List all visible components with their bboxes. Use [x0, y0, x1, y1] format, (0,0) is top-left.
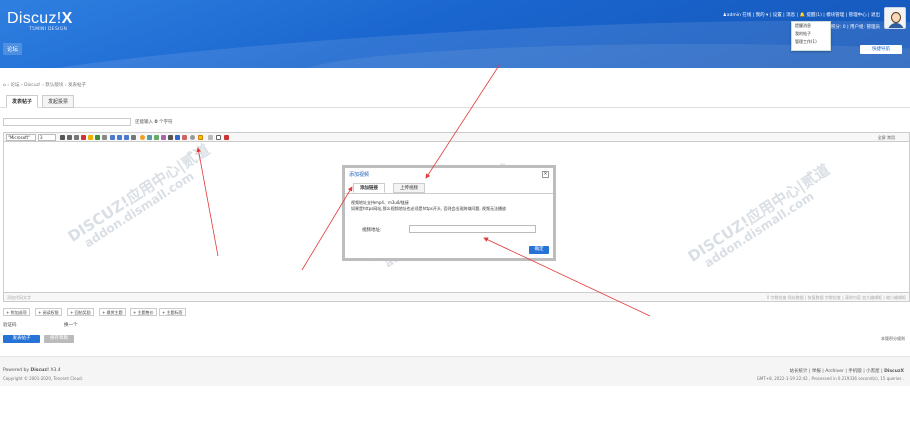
option-extra[interactable]: + 附加选项: [3, 308, 30, 316]
add-video-dialog: 添加视频 × 添加链接 上传视频 视频地址支持mp4、m3u8/链接 如果是ht…: [342, 165, 556, 261]
subject-input[interactable]: [3, 118, 131, 126]
video-url-label: 视频地址:: [362, 228, 382, 233]
dialog-title: 添加视频: [349, 172, 370, 178]
code-icon[interactable]: [168, 135, 173, 140]
option-reply-reward[interactable]: + 回帖奖励: [67, 308, 94, 316]
background-color-icon[interactable]: [88, 135, 93, 140]
editor-status-bar: 添加代码文字 0 字数检查 保存数据 | 恢复数据 字数检查 | 清除内容 加大…: [3, 292, 910, 302]
dialog-info: 视频地址支持mp4、m3u8/链接 如果是https网站,那么视频地址也必须是h…: [351, 200, 547, 212]
powered-by: Powered by Discuz! X3.4: [3, 368, 61, 373]
video-icon[interactable]: [198, 135, 203, 140]
user-bar[interactable]: ♟admin 在线 | 我的 ▾ | 设置 | 消息 | 🔔 提醒(1) | 模…: [723, 12, 880, 18]
notice-item[interactable]: 提醒消息: [792, 22, 830, 30]
italic-icon[interactable]: [67, 135, 72, 140]
site-logo[interactable]: Discuz!X: [7, 10, 73, 28]
more-icon[interactable]: [208, 135, 213, 140]
toolbar-right-options[interactable]: 全屏 常用: [878, 135, 895, 141]
quote-icon[interactable]: [161, 135, 166, 140]
credit-rules-link[interactable]: 本版积分规则: [881, 336, 905, 342]
submit-post-button[interactable]: 发表帖子: [3, 335, 40, 343]
underline-icon[interactable]: [74, 135, 79, 140]
site-footer: Powered by Discuz! X3.4 Copyright © 2001…: [0, 356, 910, 386]
subject-char-hint: 还能输入 0 个字符: [135, 120, 173, 125]
breadcrumb[interactable]: ⌂ › 论坛 › Discuz! › 默认版块 › 发表帖子: [3, 82, 86, 88]
align-right-icon[interactable]: [124, 135, 129, 140]
captcha-label: 验证码: [3, 323, 17, 328]
info-line: 如果是https网站,那么视频地址也必须是https开头, 否则会出现跨域问题,…: [351, 206, 506, 211]
quick-nav-button[interactable]: 快捷导航: [860, 45, 902, 54]
bold-icon[interactable]: [60, 135, 65, 140]
paste-icon[interactable]: [224, 135, 229, 140]
tab-post[interactable]: 发表帖子: [6, 95, 39, 108]
nav-forum[interactable]: 论坛: [3, 43, 23, 55]
source-icon[interactable]: [216, 135, 221, 140]
unlink-icon[interactable]: [102, 135, 107, 140]
tab-divider: [0, 107, 910, 108]
user-stats: 积分: 0 | 用户组: 管理员: [830, 25, 880, 30]
flash-icon[interactable]: [182, 135, 187, 140]
confirm-button[interactable]: 确定: [529, 246, 549, 254]
font-family-select[interactable]: "Microsoft": [6, 134, 36, 141]
avatar-face: [891, 12, 901, 23]
font-color-icon[interactable]: [81, 135, 86, 140]
tab-vote[interactable]: 发起投票: [42, 95, 75, 108]
option-thread-tags[interactable]: + 主题标签: [159, 308, 186, 316]
editor-toolbar: "Microsoft" 3 全屏 常用: [3, 132, 910, 142]
tab-add-link[interactable]: 添加链接: [353, 183, 385, 193]
audio-icon[interactable]: [190, 135, 195, 140]
avatar-body: [888, 23, 904, 28]
status-left: 添加代码文字: [7, 295, 31, 300]
close-icon[interactable]: ×: [542, 171, 549, 178]
processing-info: GMT+8, 2022-1-19 22:42 , Processed in 0.…: [756, 376, 904, 381]
option-read-permission[interactable]: + 阅读权限: [35, 308, 62, 316]
captcha-refresh[interactable]: 换一个: [64, 322, 78, 328]
align-left-icon[interactable]: [110, 135, 115, 140]
font-size-select[interactable]: 3: [38, 134, 56, 141]
site-header: Discuz!X T5MINI DESIGN 论坛 ♟admin 在线 | 我的…: [0, 0, 910, 68]
list-icon[interactable]: [131, 135, 136, 140]
footer-links[interactable]: 站长统计 | 举报 | Archiver | 手机版 | 小黑屋 | Discu…: [789, 368, 904, 374]
emoji-icon[interactable]: [140, 135, 145, 140]
notice-item[interactable]: 管理工作(1): [792, 38, 830, 46]
table-icon[interactable]: [175, 135, 180, 140]
status-right[interactable]: 0 字数检查 保存数据 | 恢复数据 字数检查 | 清除内容 加大编辑框 | 缩…: [767, 295, 906, 301]
logo-subtitle: T5MINI DESIGN: [29, 27, 68, 32]
notice-item[interactable]: 我的帖子: [792, 30, 830, 38]
align-center-icon[interactable]: [117, 135, 122, 140]
copyright: Copyright © 2001-2020, Tencent Cloud.: [3, 376, 83, 381]
save-draft-button[interactable]: 保存草稿: [44, 335, 74, 343]
notification-dropdown: 提醒消息 我的帖子 管理工作(1): [791, 21, 831, 51]
option-reward-thread[interactable]: + 悬赏主题: [99, 308, 126, 316]
tab-upload-video[interactable]: 上传视频: [393, 183, 425, 193]
video-url-input[interactable]: [409, 225, 536, 233]
avatar[interactable]: [884, 7, 906, 29]
option-thread-price[interactable]: + 主题售价: [130, 308, 157, 316]
attachment-icon[interactable]: [154, 135, 159, 140]
image-icon[interactable]: [147, 135, 152, 140]
link-icon[interactable]: [95, 135, 100, 140]
